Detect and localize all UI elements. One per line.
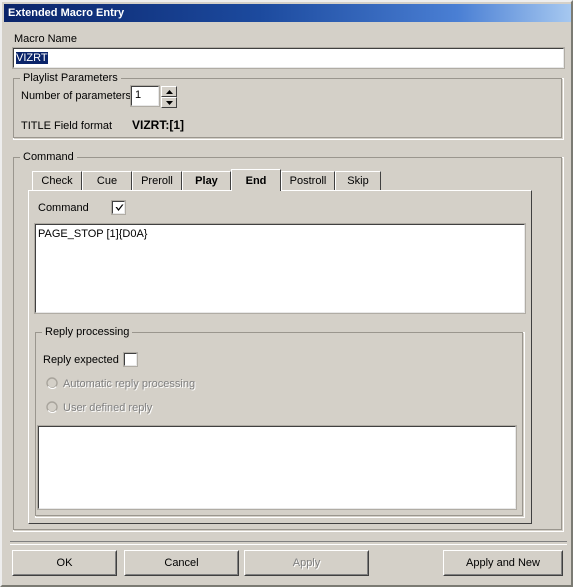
check-icon xyxy=(115,204,124,211)
command-group-legend: Command xyxy=(20,151,77,163)
tab-end-label: End xyxy=(245,174,267,187)
window-title: Extended Macro Entry xyxy=(8,7,125,19)
command-text-area[interactable]: PAGE_STOP [1]{D0A} xyxy=(34,223,526,314)
tab-skip[interactable]: Skip xyxy=(335,171,381,190)
reply-expected-label: Reply expected xyxy=(43,354,119,366)
reply-processing-legend: Reply processing xyxy=(42,326,133,338)
apply-button[interactable]: Apply xyxy=(244,550,369,576)
command-text-value: PAGE_STOP [1]{D0A} xyxy=(38,228,148,240)
command-checkbox-label: Command xyxy=(38,202,89,214)
tab-check[interactable]: Check xyxy=(32,171,82,190)
automatic-reply-radio xyxy=(46,377,58,389)
playlist-parameters-legend: Playlist Parameters xyxy=(20,72,121,84)
spinner-down-button[interactable] xyxy=(161,97,177,108)
spinner-up-button[interactable] xyxy=(161,86,177,97)
ok-button[interactable]: OK xyxy=(12,550,117,576)
tab-play[interactable]: Play xyxy=(182,171,231,190)
apply-button-label: Apply xyxy=(292,557,321,569)
tab-postroll[interactable]: Postroll xyxy=(281,171,335,190)
macro-name-input[interactable]: VIZRT xyxy=(12,47,565,69)
number-of-parameters-spinner xyxy=(161,86,177,108)
tab-play-label: Play xyxy=(195,175,218,187)
automatic-reply-label: Automatic reply processing xyxy=(63,378,196,390)
footer-separator xyxy=(10,541,567,545)
user-defined-reply-radio xyxy=(46,401,58,413)
tab-preroll[interactable]: Preroll xyxy=(132,171,182,190)
tab-cue-label: Cue xyxy=(96,175,118,187)
cancel-button[interactable]: Cancel xyxy=(124,550,239,576)
chevron-down-icon xyxy=(165,100,173,105)
tab-postroll-label: Postroll xyxy=(289,175,327,187)
tab-skip-label: Skip xyxy=(347,175,369,187)
radio-unselected-icon xyxy=(46,377,58,389)
number-of-parameters-value: 1 xyxy=(135,89,142,101)
title-field-format-label: TITLE Field format xyxy=(21,120,113,132)
tab-preroll-label: Preroll xyxy=(141,175,173,187)
reply-expected-checkbox[interactable] xyxy=(123,352,138,367)
apply-and-new-button[interactable]: Apply and New xyxy=(443,550,563,576)
chevron-up-icon xyxy=(165,89,173,94)
title-bar[interactable]: Extended Macro Entry xyxy=(4,4,571,22)
reply-text-area[interactable] xyxy=(37,425,517,510)
macro-name-selected-text: VIZRT xyxy=(16,52,48,64)
number-of-parameters-input[interactable]: 1 xyxy=(130,85,160,107)
dialog-window: Extended Macro Entry Macro Name VIZRT Pl… xyxy=(0,0,573,587)
tab-end[interactable]: End xyxy=(231,169,281,191)
cancel-button-label: Cancel xyxy=(164,557,199,569)
tab-check-label: Check xyxy=(41,175,73,187)
reply-text-value xyxy=(39,427,515,429)
number-of-parameters-label: Number of parameters xyxy=(21,90,132,102)
ok-button-label: OK xyxy=(56,557,73,569)
macro-name-input-text: VIZRT xyxy=(14,49,563,65)
tab-cue[interactable]: Cue xyxy=(82,171,132,190)
macro-name-label: Macro Name xyxy=(14,33,77,45)
radio-unselected-icon xyxy=(46,401,58,413)
user-defined-reply-label: User defined reply xyxy=(63,402,153,414)
command-checkbox[interactable] xyxy=(111,200,126,215)
apply-and-new-button-label: Apply and New xyxy=(466,557,540,569)
title-field-format-value: VIZRT:[1] xyxy=(132,118,184,132)
